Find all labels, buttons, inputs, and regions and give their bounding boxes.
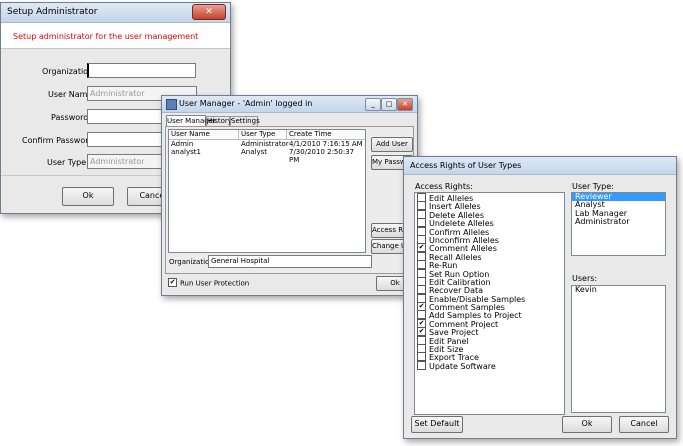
maximize-icon[interactable]: □ <box>381 98 397 111</box>
users-label: Users: <box>572 274 598 283</box>
checkbox-icon[interactable] <box>417 360 426 370</box>
setup-admin-ok-button[interactable]: Ok <box>62 187 114 206</box>
access-right-label: Update Software <box>429 361 496 371</box>
access-right-item[interactable]: Recover Data <box>417 285 562 295</box>
user-list-header: User Name User Type Create Time <box>169 130 365 140</box>
access-rights-list[interactable]: Edit Alleles Insert Alleles Delete Alleles… <box>414 192 565 415</box>
access-right-item[interactable]: Delete Alleles <box>417 209 562 219</box>
user-manager-tab-panel: User Name User Type Create Time Admin Ad… <box>165 126 414 274</box>
table-row[interactable]: analyst1 Analyst 7/30/2010 2:50:37 PM <box>169 148 365 164</box>
access-rights-titlebar[interactable]: Access Rights of User Types <box>404 157 676 175</box>
organization-field[interactable]: General Hospital <box>208 255 372 268</box>
user-type-item[interactable]: Administrator <box>572 217 665 226</box>
user-list[interactable]: User Name User Type Create Time Admin Ad… <box>168 129 366 253</box>
access-right-item[interactable]: Edit Panel <box>417 335 562 345</box>
setup-admin-titlebar[interactable]: Setup Administrator ✕ <box>1 3 230 23</box>
access-right-item[interactable]: ✔ Comment Samples <box>417 302 562 312</box>
col-create-time[interactable]: Create Time <box>286 130 332 139</box>
access-right-item[interactable]: Export Trace <box>417 352 562 362</box>
access-right-item[interactable]: Recall Alleles <box>417 251 562 261</box>
cell-user-name: Admin <box>171 140 194 148</box>
add-user-button[interactable]: Add User <box>371 137 413 152</box>
access-rights-window: Access Rights of User Types Access Right… <box>403 156 677 439</box>
access-right-item[interactable]: ✔ Comment Project <box>417 318 562 329</box>
access-right-item[interactable]: Enable/Disable Samples <box>417 293 562 303</box>
access-rights-cancel-button[interactable]: Cancel <box>619 416 669 433</box>
access-right-item[interactable]: Confirm Alleles <box>417 226 562 236</box>
user-type-list[interactable]: Reviewer Analyst Lab Manager Administrator <box>571 192 666 256</box>
minimize-icon[interactable]: _ <box>365 98 381 111</box>
confirm-password-label: Confirm Password: <box>22 136 97 145</box>
access-right-item[interactable]: Insert Alleles <box>417 201 562 211</box>
access-right-item[interactable]: Unconfirm Alleles <box>417 234 562 245</box>
cell-user-type: Administrator <box>241 140 289 148</box>
user-manager-titlebar[interactable]: User Manager - 'Admin' logged in _ □ ✕ <box>162 96 417 113</box>
access-right-item[interactable]: Edit Size <box>417 344 562 354</box>
user-type-label: User Type: <box>47 158 89 167</box>
access-right-item[interactable]: Edit Alleles <box>417 193 562 203</box>
access-right-item[interactable]: Undelete Alleles <box>417 218 562 228</box>
setup-admin-subtitle: Setup administrator for the user managem… <box>13 32 199 41</box>
access-right-item[interactable]: Set Run Option <box>417 268 562 278</box>
user-name-value: Administrator <box>90 89 145 98</box>
user-manager-title: User Manager - 'Admin' logged in <box>179 99 313 108</box>
table-row[interactable]: Admin Administrator 4/1/2010 7:16:15 AM <box>169 140 365 148</box>
tab-history[interactable]: History <box>206 116 232 126</box>
password-label: Password: <box>51 113 92 122</box>
access-right-item[interactable]: Add Samples to Project <box>417 310 562 320</box>
tab-user-manager[interactable]: User Manager <box>166 115 216 126</box>
setup-admin-close-icon[interactable]: ✕ <box>192 4 226 20</box>
cell-create-time: 4/1/2010 7:16:15 AM <box>289 140 363 148</box>
cell-user-name: analyst1 <box>171 148 201 156</box>
tab-settings[interactable]: Settings <box>230 116 260 126</box>
run-user-protection-check-icon: ✔ <box>168 278 177 287</box>
cell-user-type: Analyst <box>241 148 267 156</box>
access-right-item[interactable]: ✔ Save Project <box>417 327 562 337</box>
set-default-button[interactable]: Set Default <box>411 416 463 433</box>
access-right-item[interactable]: Edit Calibration <box>417 276 562 287</box>
access-right-item[interactable]: ✔ Comment Alleles <box>417 243 562 253</box>
access-right-item[interactable]: Re-Run <box>417 260 562 270</box>
app-icon <box>166 99 177 110</box>
organization-input[interactable] <box>87 63 196 78</box>
setup-admin-title: Setup Administrator <box>7 7 98 17</box>
access-rights-ok-button[interactable]: Ok <box>562 416 612 433</box>
col-user-name[interactable]: User Name <box>171 130 210 138</box>
access-rights-label: Access Rights: <box>415 182 473 191</box>
user-type-label: User Type: <box>572 182 614 191</box>
setup-admin-header-panel: Setup administrator for the user managem… <box>1 23 230 49</box>
user-item[interactable]: Kevin <box>572 285 665 294</box>
user-type-value: Administrator <box>90 157 145 166</box>
user-manager-window: User Manager - 'Admin' logged in _ □ ✕ U… <box>161 95 418 296</box>
cell-create-time: 7/30/2010 2:50:37 PM <box>289 148 355 164</box>
organization-value: General Hospital <box>211 257 270 265</box>
access-right-item[interactable]: Update Software <box>417 360 562 371</box>
user-manager-close-icon[interactable]: ✕ <box>397 98 413 111</box>
col-user-type[interactable]: User Type <box>238 130 275 139</box>
access-rights-title: Access Rights of User Types <box>410 161 522 170</box>
users-list[interactable]: Kevin <box>571 285 666 413</box>
run-user-protection-label: Run User Protection <box>180 279 250 288</box>
run-user-protection-checkbox[interactable]: ✔ Run User Protection <box>168 278 250 288</box>
